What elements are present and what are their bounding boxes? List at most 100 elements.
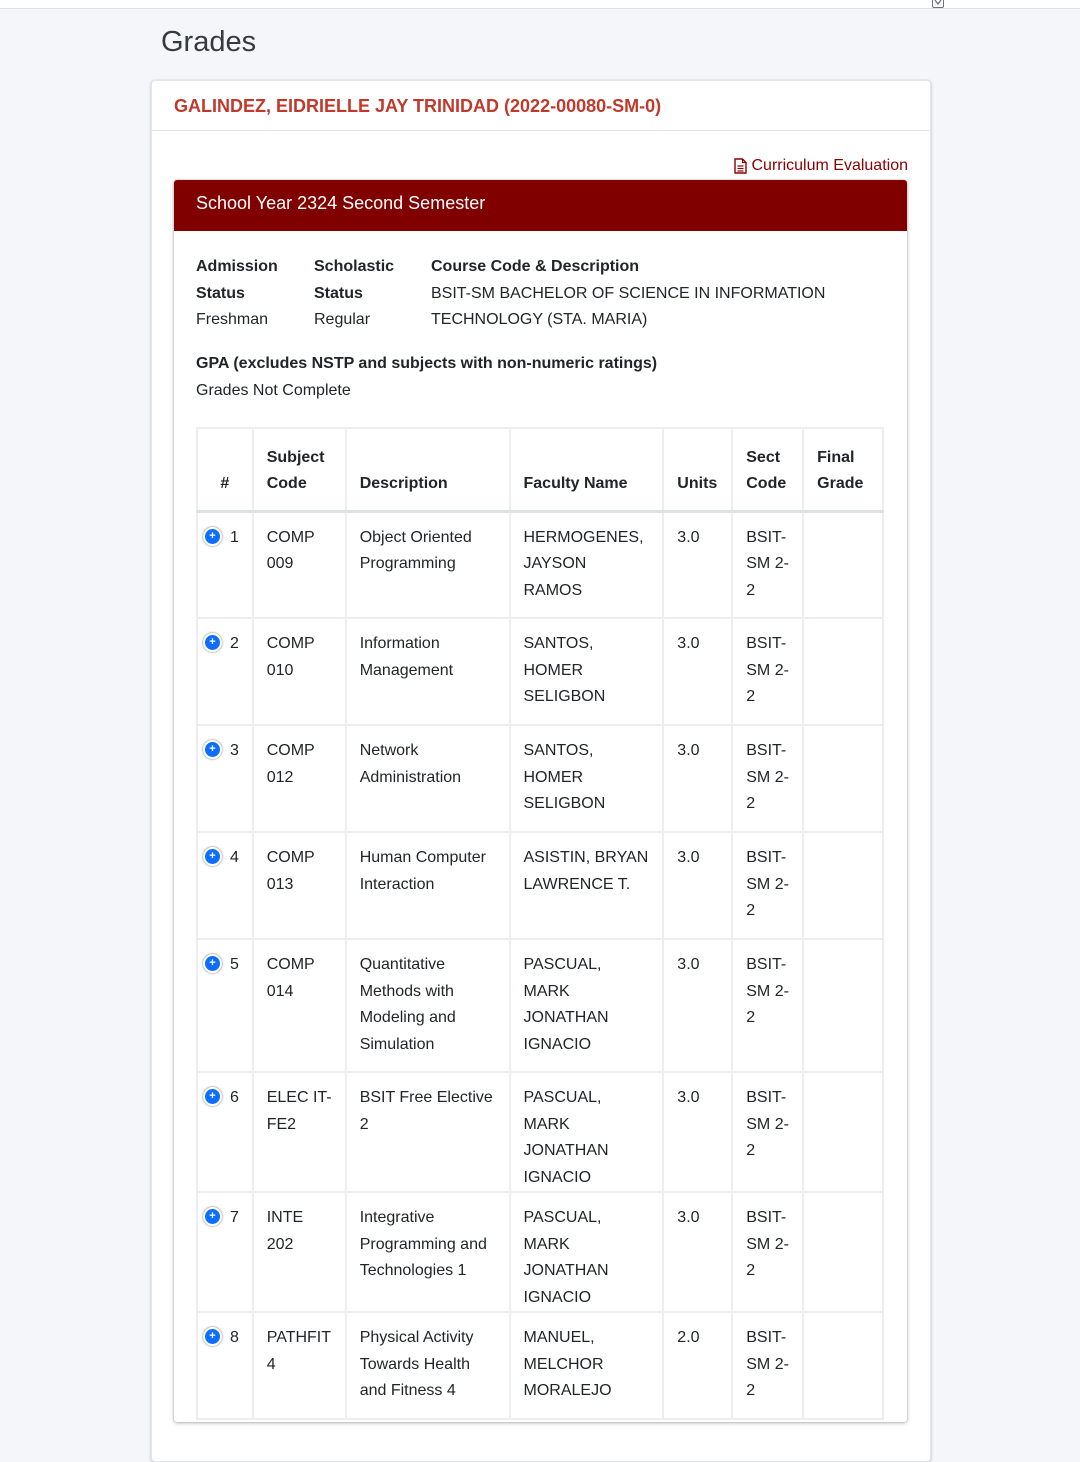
final-grade-cell [802,510,884,619]
units-cell: 3.0 [662,1071,734,1193]
plus-circle-icon[interactable]: + [203,1327,222,1346]
row-number: 3 [230,742,239,759]
subject-code-cell: COMP 010 [251,617,347,726]
card-header: GALINDEZ, EIDRIELLE JAY TRINIDAD (2022-0… [152,81,930,131]
description-cell: BSIT Free Elective 2 [344,1071,511,1193]
subject-code-cell: PATHFIT 4 [251,1311,347,1420]
sect-code-cell: BSIT- SM 2- 2 [731,938,805,1073]
sect-code-cell: BSIT- SM 2- 2 [731,831,805,940]
gpa-value: Grades Not Complete [196,381,351,399]
course-info: Course Code & Description BSIT-SM BACHEL… [431,254,851,334]
grades-table: # Subject Code Description Faculty Name U… [196,427,884,1420]
sect-code-cell: BSIT- SM 2- 2 [731,510,805,619]
faculty-name-cell: PASCUAL, MARK JONATHAN IGNACIO [508,938,665,1073]
subject-code-cell: COMP 014 [251,938,347,1073]
col-num: # [196,427,254,513]
plus-circle-icon[interactable]: + [203,847,222,866]
sect-code-cell: BSIT- SM 2- 2 [731,1191,805,1313]
semester-card: School Year 2324 Second Semester Admissi… [174,180,907,1422]
final-grade-cell [802,1071,884,1193]
units-cell: 3.0 [662,938,734,1073]
description-cell: Human Computer Interaction [344,831,511,940]
student-name: GALINDEZ, EIDRIELLE JAY TRINIDAD (2022-0… [174,96,662,116]
row-number-cell: +6 [196,1071,254,1193]
final-grade-cell [802,724,884,833]
units-cell: 2.0 [662,1311,734,1420]
row-number: 2 [230,635,239,652]
curriculum-evaluation-link[interactable]: Curriculum Evaluation [734,157,908,175]
scholastic-status-label-2: Status [314,284,363,302]
student-info-row: Admission Status Freshman Scholastic Sta… [196,254,851,334]
row-number: 8 [230,1329,239,1346]
row-number-cell: +5 [196,938,254,1073]
scholastic-status: Scholastic Status Regular [314,254,431,334]
course-value-2: TECHNOLOGY (STA. MARIA) [431,311,648,328]
final-grade-cell [802,1311,884,1420]
course-label: Course Code & Description [431,258,640,275]
scholastic-status-label: Scholastic [314,258,395,275]
final-grade-cell [802,1191,884,1313]
sect-code-cell: BSIT- SM 2- 2 [731,724,805,833]
description-cell: Quantitative Methods with Modeling and Simu… [344,938,511,1073]
sect-code-cell: BSIT- SM 2- 2 [731,1071,805,1193]
admission-status-value: Freshman [196,311,269,328]
subject-code-cell: ELEC IT- FE2 [251,1071,347,1193]
table-row: +8 PATHFIT 4 Physical Activity Towards Healt… [196,1311,884,1420]
description-cell: Information Management [344,617,511,726]
col-description: Description [344,427,511,513]
row-number: 5 [230,956,239,973]
file-text-icon [734,158,748,174]
admission-status-label-2: Status [196,284,245,302]
plus-circle-icon[interactable]: + [203,1207,222,1226]
units-cell: 3.0 [662,831,734,940]
curriculum-evaluation-label: Curriculum Evaluation [751,157,908,174]
page-title: Grades [161,26,257,58]
row-number-cell: +7 [196,1191,254,1313]
faculty-name-cell: SANTOS, HOMER SELIGBON [508,617,665,726]
description-cell: Object Oriented Programming [344,510,511,619]
plus-circle-icon[interactable]: + [203,526,222,546]
subject-code-cell: INTE 202 [251,1191,347,1313]
faculty-name-cell: PASCUAL, MARK JONATHAN IGNACIO [508,1191,665,1313]
row-number: 6 [230,1089,239,1106]
subject-code-cell: COMP 009 [251,510,347,619]
top-navbar [0,0,1080,9]
units-cell: 3.0 [662,510,734,619]
table-row: +2 COMP 010 Information Management SANTOS, HO… [196,617,884,726]
grades-card: GALINDEZ, EIDRIELLE JAY TRINIDAD (2022-0… [151,80,931,1462]
table-row: +4 COMP 013 Human Computer Interaction ASISTI… [196,831,884,940]
row-number-cell: +4 [196,831,254,940]
subject-code-cell: COMP 012 [251,724,347,833]
admission-status: Admission Status Freshman [196,254,314,334]
semester-title: School Year 2324 Second Semester [174,180,907,231]
units-cell: 3.0 [662,617,734,726]
table-row: +7 INTE 202 Integrative Programming and Tech… [196,1191,884,1313]
caret-down-icon[interactable] [932,0,944,8]
faculty-name-cell: MANUEL, MELCHOR MORALEJO [508,1311,665,1420]
sect-code-cell: BSIT- SM 2- 2 [731,1311,805,1420]
final-grade-cell [802,831,884,940]
plus-circle-icon[interactable]: + [203,740,222,759]
sect-code-cell: BSIT- SM 2- 2 [731,617,805,726]
plus-circle-icon[interactable]: + [203,633,222,652]
course-value: BSIT-SM BACHELOR OF SCIENCE IN INFORMATI… [431,284,826,302]
table-row: +6 ELEC IT- FE2 BSIT Free Elective 2 PASCUAL,… [196,1071,884,1193]
row-number-cell: +3 [196,724,254,833]
table-row: +3 COMP 012 Network Administration SANTOS, HO… [196,724,884,833]
row-number: 4 [230,849,239,866]
row-number-cell: +8 [196,1311,254,1420]
units-cell: 3.0 [662,1191,734,1313]
scholastic-status-value: Regular [314,311,371,328]
row-number-cell: +2 [196,617,254,726]
description-cell: Integrative Programming and Technologies 1 [344,1191,511,1313]
subject-code-cell: COMP 013 [251,831,347,940]
description-cell: Network Administration [344,724,511,833]
faculty-name-cell: HERMOGENES, JAYSON RAMOS [508,510,665,619]
col-faculty-name: Faculty Name [508,427,665,513]
gpa-label: GPA (excludes NSTP and subjects with non… [196,355,658,372]
plus-circle-icon[interactable]: + [203,1087,222,1106]
table-row: +1 COMP 009 Object Oriented Programming HERMO… [196,510,884,619]
plus-circle-icon[interactable]: + [203,954,222,973]
col-sect-code: Sect Code [731,427,805,513]
admission-status-label: Admission [196,258,278,275]
